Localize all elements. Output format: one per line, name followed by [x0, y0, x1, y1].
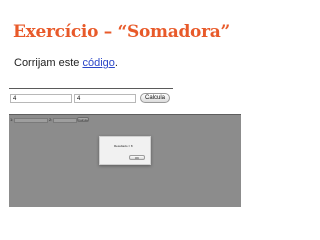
- mini-calculate-button: Calcule: [77, 117, 89, 122]
- subtitle-period: .: [114, 57, 118, 69]
- mini-field-b-label: 2:: [49, 117, 53, 122]
- slide-title: Exercício – “Somadora”: [13, 22, 230, 42]
- code-link[interactable]: código: [82, 57, 114, 69]
- slide: Exercício – “Somadora” Corrijam este cód…: [0, 0, 320, 240]
- alert-dialog: Resultado = 8 OK: [99, 136, 151, 165]
- alert-message: Resultado = 8: [114, 144, 133, 148]
- calculate-button[interactable]: Calcula: [140, 93, 170, 103]
- sum-form: 4 4 Calcula: [9, 88, 173, 109]
- browser-screenshot: 1: 2: Calcule Resultado = 8 OK: [9, 114, 241, 207]
- mini-number-b-input: [53, 118, 77, 123]
- mini-number-a-input: [14, 118, 48, 123]
- alert-ok-button[interactable]: OK: [129, 155, 145, 160]
- subtitle-text: Corrijam este: [14, 57, 83, 69]
- mini-sum-form: 1: 2: Calcule: [9, 117, 241, 123]
- slide-subtitle: Corrijam este código.: [14, 57, 118, 70]
- mini-field-a-label: 1:: [10, 117, 14, 122]
- number-b-input[interactable]: 4: [74, 94, 136, 103]
- number-a-input[interactable]: 4: [10, 94, 72, 103]
